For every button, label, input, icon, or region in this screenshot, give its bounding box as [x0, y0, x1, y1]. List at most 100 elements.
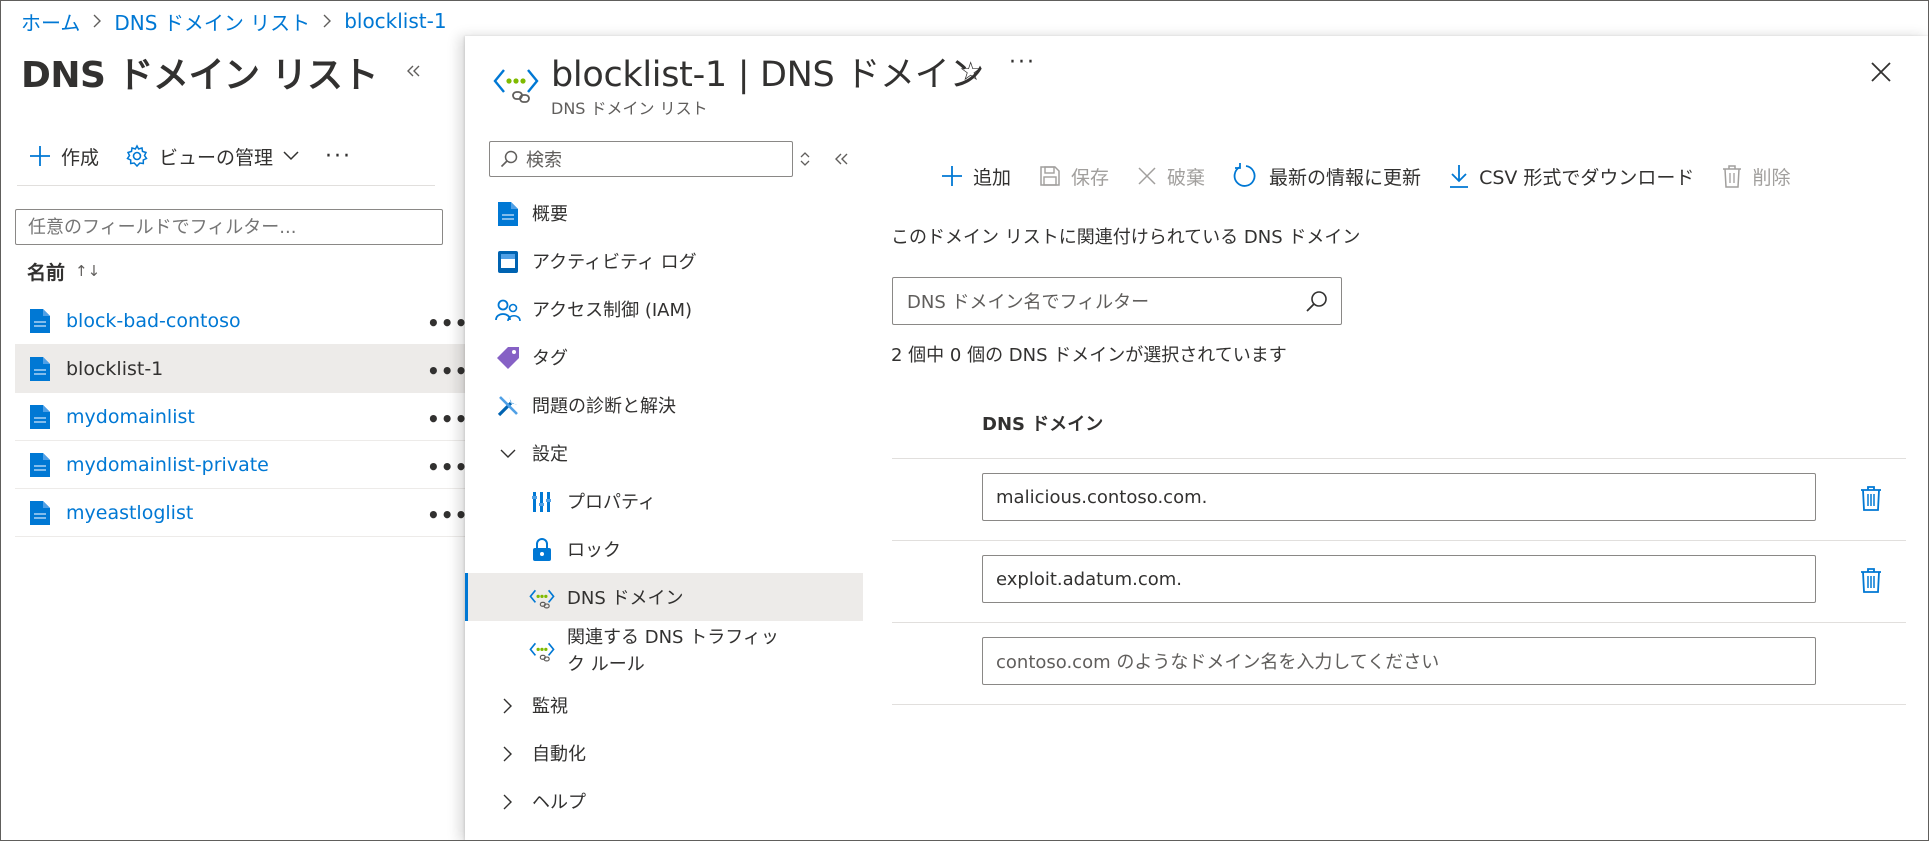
- domain-field[interactable]: exploit.adatum.com.: [982, 555, 1816, 603]
- document-icon: [30, 453, 50, 477]
- nav-dns-traffic-rules[interactable]: 関連する DNS トラフィック ルール: [465, 621, 863, 681]
- filter-input[interactable]: [15, 209, 443, 245]
- nav-label: アクセス制御 (IAM): [532, 300, 693, 321]
- blade-title: blocklist-1 | DNS ドメイン: [551, 55, 985, 95]
- nav-label: 問題の診断と解決: [532, 396, 676, 417]
- plus-icon: [942, 166, 962, 186]
- nav-settings-group[interactable]: 設定: [465, 429, 863, 477]
- nav-iam[interactable]: アクセス制御 (IAM): [465, 285, 863, 333]
- dns-domain-icon: [529, 585, 555, 611]
- properties-icon: [529, 489, 555, 515]
- more-icon[interactable]: •••: [427, 503, 468, 527]
- breadcrumb-blocklist-1[interactable]: blocklist-1: [344, 9, 446, 33]
- nav-label: 関連する DNS トラフィック ルール: [567, 627, 779, 675]
- breadcrumb-dns-domain-lists[interactable]: DNS ドメイン リスト: [114, 7, 310, 36]
- divider: [17, 185, 435, 186]
- nav-diagnose[interactable]: 問題の診断と解決: [465, 381, 863, 429]
- table-row: exploit.adatum.com.: [892, 541, 1906, 623]
- more-icon[interactable]: •••: [427, 311, 468, 335]
- more-icon[interactable]: •••: [427, 407, 468, 431]
- list-item[interactable]: block-bad-contoso •••: [15, 297, 468, 345]
- list-item-selected[interactable]: blocklist-1 •••: [15, 345, 468, 393]
- close-icon[interactable]: [1866, 57, 1896, 87]
- nav-label: DNS ドメイン: [567, 588, 684, 609]
- nav-properties[interactable]: プロパティ: [465, 477, 863, 525]
- more-icon: ···: [325, 143, 353, 169]
- nav-monitoring-group[interactable]: 監視: [465, 681, 863, 729]
- table-row: contoso.com のようなドメイン名を入力してください: [892, 623, 1906, 705]
- nav-dns-domains[interactable]: DNS ドメイン: [465, 573, 863, 621]
- name-column-header[interactable]: 名前 ↑↓: [27, 255, 100, 287]
- name-column-label: 名前: [27, 261, 66, 284]
- nav-label: 概要: [532, 204, 568, 225]
- domains-description: このドメイン リストに関連付けられている DNS ドメイン: [891, 227, 1361, 248]
- lock-icon: [529, 537, 555, 563]
- chevron-right-icon: [495, 741, 521, 767]
- create-button[interactable]: 作成: [29, 143, 99, 170]
- list-item[interactable]: mydomainlist •••: [15, 393, 468, 441]
- delete-label: 削除: [1752, 166, 1791, 189]
- nav-overview[interactable]: 概要: [465, 189, 863, 237]
- domain-filter-input[interactable]: DNS ドメイン名でフィルター: [892, 277, 1342, 325]
- trash-icon[interactable]: [1860, 567, 1882, 593]
- iam-icon: [495, 297, 521, 323]
- more-commands-button[interactable]: ···: [325, 144, 352, 169]
- add-label: 追加: [973, 166, 1012, 189]
- chevron-right-icon: [322, 14, 332, 28]
- list-item-name[interactable]: myeastloglist: [66, 502, 193, 524]
- delete-button[interactable]: 削除: [1722, 163, 1790, 190]
- collapse-pane-icon[interactable]: [401, 59, 425, 83]
- refresh-label: 最新の情報に更新: [1269, 166, 1422, 189]
- sort-icon[interactable]: ↑↓: [75, 262, 100, 280]
- list-item-name[interactable]: block-bad-contoso: [66, 310, 241, 332]
- add-button[interactable]: 追加: [941, 163, 1011, 190]
- plus-icon: [30, 146, 50, 166]
- nav-help-group[interactable]: ヘルプ: [465, 777, 863, 825]
- nav-activity-log[interactable]: アクティビティ ログ: [465, 237, 863, 285]
- nav-search-box[interactable]: 検索: [489, 141, 793, 177]
- blade-subtitle: DNS ドメイン リスト: [551, 99, 708, 118]
- document-icon: [30, 357, 50, 381]
- list-pane-title: DNS ドメイン リスト: [21, 55, 379, 96]
- domains-command-bar: 追加 保存 破棄 最新の情報に更新 CSV 形式でダウンロード 削除: [941, 158, 1818, 194]
- more-icon[interactable]: ···: [1009, 50, 1036, 75]
- list-item-name[interactable]: mydomainlist-private: [66, 454, 269, 476]
- expand-collapse-icon[interactable]: [793, 149, 817, 169]
- nav-locks[interactable]: ロック: [465, 525, 863, 573]
- discard-button[interactable]: 破棄: [1137, 163, 1205, 190]
- favorite-star-icon[interactable]: ☆: [959, 57, 982, 87]
- more-icon[interactable]: •••: [427, 359, 468, 383]
- nav-label: タグ: [532, 348, 568, 369]
- breadcrumb-home[interactable]: ホーム: [21, 7, 80, 36]
- diagnose-icon: [495, 393, 521, 419]
- chevron-down-icon: [283, 151, 299, 161]
- download-csv-button[interactable]: CSV 形式でダウンロード: [1449, 163, 1694, 190]
- breadcrumb: ホーム DNS ドメイン リスト blocklist-1: [21, 7, 447, 35]
- close-icon: [1138, 167, 1156, 185]
- trash-icon[interactable]: [1860, 485, 1882, 511]
- nav-automation-group[interactable]: 自動化: [465, 729, 863, 777]
- document-icon: [30, 501, 50, 525]
- domains-grid-header: DNS ドメイン: [892, 402, 1906, 459]
- collapse-menu-icon[interactable]: [829, 147, 853, 171]
- trash-icon: [1723, 165, 1742, 188]
- more-icon[interactable]: •••: [427, 455, 468, 479]
- dns-domain-list-icon: [493, 69, 539, 103]
- list-item-name[interactable]: blocklist-1: [66, 358, 163, 380]
- resource-menu: 概要 アクティビティ ログ アクセス制御 (IAM) タグ 問題の診断と解決 設…: [465, 189, 863, 825]
- list-item[interactable]: myeastloglist •••: [15, 489, 468, 537]
- chevron-down-icon: [495, 441, 521, 467]
- domain-field[interactable]: malicious.contoso.com.: [982, 473, 1816, 521]
- manage-view-button[interactable]: ビューの管理: [125, 143, 299, 170]
- search-icon: [500, 150, 518, 168]
- gear-icon: [126, 144, 148, 168]
- resource-list-pane: DNS ドメイン リスト 作成 ビューの管理 ··· 任意のフィールドでフィルタ…: [1, 41, 468, 840]
- list-item-name[interactable]: mydomainlist: [66, 406, 195, 428]
- nav-label: 自動化: [532, 744, 586, 765]
- save-button[interactable]: 保存: [1039, 163, 1109, 190]
- list-item[interactable]: mydomainlist-private •••: [15, 441, 468, 489]
- overview-icon: [495, 201, 521, 227]
- new-domain-input[interactable]: contoso.com のようなドメイン名を入力してください: [982, 637, 1816, 685]
- refresh-button[interactable]: 最新の情報に更新: [1233, 163, 1421, 190]
- nav-tags[interactable]: タグ: [465, 333, 863, 381]
